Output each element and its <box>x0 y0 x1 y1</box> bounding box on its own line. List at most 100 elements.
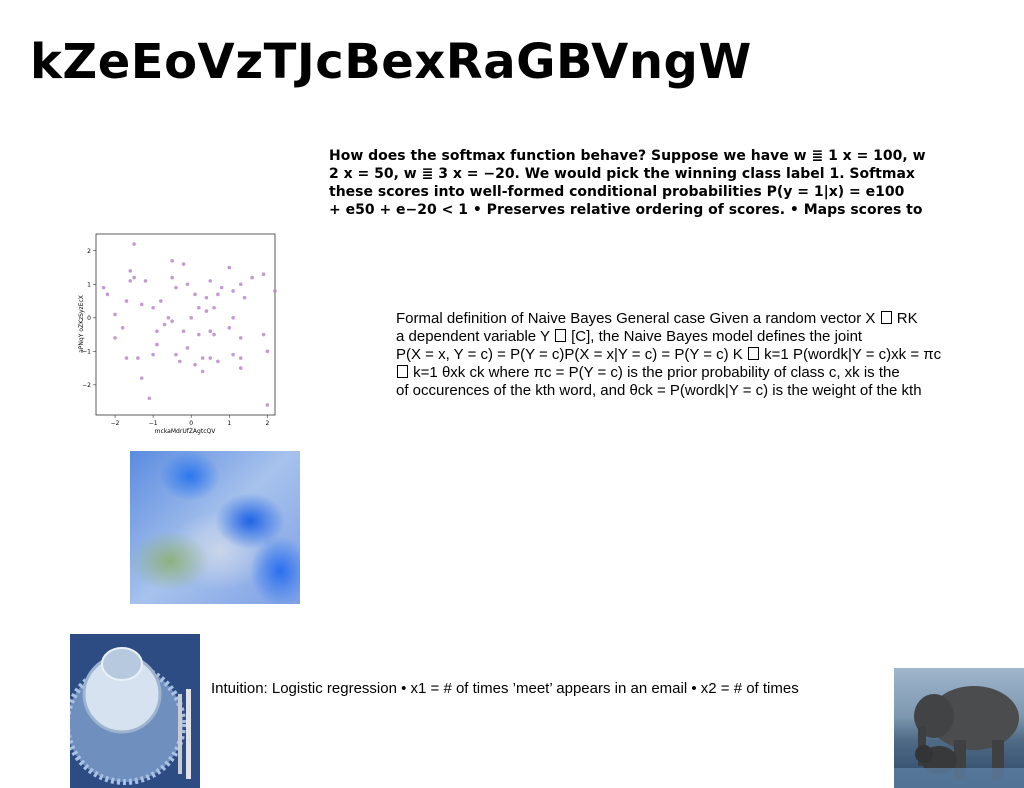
scatter-point <box>208 279 213 283</box>
naive-bayes-paragraph: Formal definition of Naive Bayes General… <box>396 310 1006 400</box>
scatter-point <box>177 359 182 364</box>
softmax-line-2: 2 x = 50, w ≣ 3 x = −20. We would pick t… <box>329 166 915 182</box>
nb-line-1: Formal definition of Naive Bayes General… <box>396 310 918 327</box>
scatter-point <box>174 285 178 290</box>
scatter-point <box>113 336 117 340</box>
scatter-point <box>200 356 205 360</box>
scatter-point <box>204 309 209 313</box>
scatter-point <box>208 356 213 360</box>
missing-glyph-icon <box>554 329 566 342</box>
scatter-point <box>197 332 201 337</box>
scatter-point <box>216 359 220 364</box>
y-tick-label: 0 <box>87 315 91 322</box>
softmax-line-4: + e50 + e−20 < 1 • Preserves relative or… <box>329 202 923 218</box>
scatter-point <box>139 302 144 307</box>
x-tick-label: 0 <box>189 420 193 427</box>
scatter-point <box>219 285 224 290</box>
scatter-point <box>265 403 270 407</box>
blue-flowers-photo <box>130 451 300 604</box>
scatter-point <box>212 332 216 337</box>
calf-elephant-head <box>915 745 933 763</box>
knife-shape <box>186 689 191 779</box>
scatter-point <box>231 289 235 293</box>
scatter-point <box>101 285 106 290</box>
scatter-point <box>197 305 201 310</box>
scatter-point <box>174 352 178 357</box>
scatter-point <box>124 299 129 303</box>
x-tick-label: −2 <box>111 420 120 427</box>
scatter-point <box>170 319 174 323</box>
scatter-point <box>273 289 277 293</box>
scatter-plot: −2 −1 0 1 2−2−1012 mckaMdrUfZAgtcQV aPNqY oZ… <box>78 233 277 435</box>
nb-line-5: of occurences of the kth word, and θck =… <box>396 382 922 399</box>
y-tick-label: −2 <box>82 382 91 389</box>
elephant-illustration <box>894 686 1024 788</box>
scatter-point <box>162 322 167 327</box>
intuition-text: Intuition: Logistic regression • x1 = # … <box>211 680 799 697</box>
scatter-point <box>227 326 232 330</box>
softmax-paragraph: How does the softmax function behave? Su… <box>329 147 944 219</box>
scatter-point <box>151 305 155 310</box>
scatter-point <box>193 362 197 367</box>
vector-glyph-icon: ≣ <box>421 166 434 182</box>
scatter-point <box>143 279 148 283</box>
scatter-point <box>166 315 171 320</box>
scatter-point <box>227 265 232 270</box>
scatter-point <box>147 396 152 401</box>
scatter-point <box>208 329 213 334</box>
scatter-point <box>231 315 235 320</box>
plate-and-glass-photo <box>70 634 200 788</box>
scatter-point <box>193 292 197 297</box>
glass-shape <box>101 647 143 681</box>
scatter-point <box>128 269 133 273</box>
y-axis-label: aPNqY oZKzSyzEcX <box>78 295 85 353</box>
x-axis-label: mckaMdrUfZAgtcQV <box>155 428 217 435</box>
scatter-point <box>181 262 186 266</box>
scatter-point <box>124 356 129 360</box>
scatter-point <box>216 292 220 297</box>
softmax-line-1: How does the softmax function behave? Su… <box>329 148 926 164</box>
scatter-point <box>238 282 243 287</box>
scatter-point <box>242 295 247 300</box>
scatter-point <box>139 376 144 380</box>
slide-title: kZeEoVzTJcBexRaGBVngW <box>30 34 752 90</box>
missing-glyph-icon <box>880 311 892 324</box>
scatter-point <box>200 369 205 374</box>
scatter-point <box>170 275 174 280</box>
scatter-point <box>185 282 190 287</box>
scatter-point <box>181 329 186 334</box>
scatter-point <box>155 342 159 347</box>
x-tick-label: 1 <box>227 420 231 427</box>
scatter-point <box>120 326 125 330</box>
scatter-point <box>155 329 159 334</box>
y-tick-label: 1 <box>87 281 91 288</box>
scatter-point <box>128 279 133 283</box>
scatter-point <box>132 275 136 280</box>
scatter-point <box>170 259 174 263</box>
elephants-photo <box>894 668 1024 788</box>
x-tick-label: 2 <box>265 420 269 427</box>
scatter-point <box>238 336 243 340</box>
scatter-point <box>231 352 235 357</box>
softmax-line-3: these scores into well-formed conditiona… <box>329 184 905 200</box>
scatter-point <box>261 272 266 277</box>
scatter-point <box>105 292 110 297</box>
scatter-point <box>204 295 209 300</box>
nb-line-3: P(X = x, Y = c) = P(Y = c)P(X = x|Y = c)… <box>396 346 942 363</box>
grass-shape <box>894 768 1024 788</box>
scatter-point <box>212 305 216 310</box>
vector-glyph-icon: ≣ <box>811 148 824 164</box>
scatter-point <box>238 366 243 370</box>
scatter-point <box>250 275 254 280</box>
scatter-point <box>238 356 243 360</box>
y-tick-label: 2 <box>87 248 91 255</box>
nb-line-2: a dependent variable Y [C], the Naive Ba… <box>396 328 863 345</box>
scatter-point <box>136 356 140 360</box>
scatter-point <box>189 315 194 320</box>
x-tick-label: −1 <box>149 420 158 427</box>
scatter-point <box>185 346 190 350</box>
scatter-point <box>261 332 266 337</box>
missing-glyph-icon <box>397 365 408 378</box>
plate-illustration <box>70 634 200 788</box>
nb-line-4: k=1 θxk ck where πc = P(Y = c) is the pr… <box>396 364 1006 382</box>
